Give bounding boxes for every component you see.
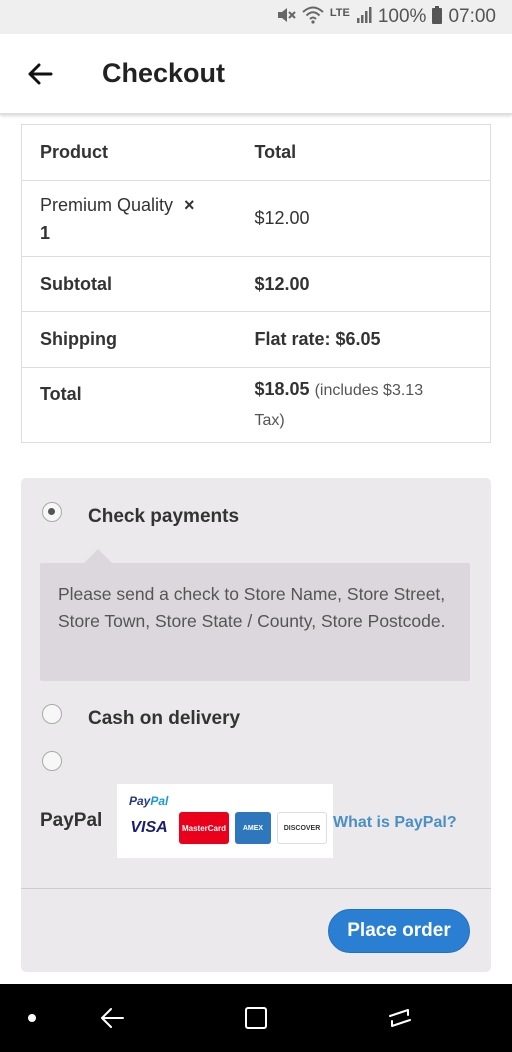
paypal-acceptance-mark: PayPal VISA MasterCard AMEX DISCOVER <box>117 784 333 858</box>
cart-item-row: Premium Quality × 1 $12.00 <box>21 180 491 257</box>
nav-home-icon[interactable] <box>380 984 420 1052</box>
subtotal-label: Subtotal <box>21 256 237 312</box>
system-nav-bar <box>0 984 512 1052</box>
paypal-radio[interactable] <box>42 751 62 771</box>
back-button[interactable] <box>0 34 80 113</box>
shipping-value: Flat rate: $6.05 <box>236 311 491 368</box>
tax-note-end: Tax) <box>254 412 285 429</box>
mute-icon <box>276 6 296 29</box>
battery-percent: 100% <box>377 6 427 27</box>
nav-back-icon[interactable] <box>92 984 132 1052</box>
visa-card-icon: VISA <box>125 812 173 844</box>
mastercard-icon: MasterCard <box>179 812 229 844</box>
place-order-button[interactable]: Place order <box>328 909 470 953</box>
column-header-total: Total <box>254 142 297 162</box>
check-payments-label[interactable]: Check payments <box>88 506 239 528</box>
app-bar: Checkout <box>0 34 512 114</box>
order-total-row: Total $18.05 (includes $3.13 Tax) <box>21 367 491 443</box>
payment-divider <box>21 888 491 889</box>
nav-recents-icon[interactable] <box>236 984 276 1052</box>
page-title: Checkout <box>102 58 226 88</box>
status-bar: LTE 100% 07:00 <box>0 0 512 34</box>
table-header-row: Product Total <box>22 125 491 181</box>
subtotal-value: $12.00 <box>236 256 491 312</box>
tax-note: (includes $3.13 <box>314 382 424 399</box>
signal-icon <box>356 6 372 28</box>
total-label: Total <box>21 367 237 443</box>
checkout-content[interactable]: Product Total Premium Quality × 1 $12.00… <box>0 114 512 984</box>
nav-dot-icon[interactable] <box>22 984 42 1052</box>
cash-on-delivery-radio[interactable] <box>42 704 62 724</box>
what-is-paypal-link[interactable]: What is PayPal? <box>333 814 457 832</box>
arrow-left-icon <box>28 63 53 84</box>
shipping-row: Shipping Flat rate: $6.05 <box>21 311 491 368</box>
clock: 07:00 <box>448 6 496 27</box>
column-header-product: Product <box>40 142 109 162</box>
product-total: $12.00 <box>236 180 491 257</box>
payment-description: Please send a check to Store Name, Store… <box>58 584 446 631</box>
order-review-table: Product Total Premium Quality × 1 $12.00… <box>21 124 491 443</box>
total-value: $18.05 <box>254 379 310 399</box>
amex-card-icon: AMEX <box>235 812 271 844</box>
subtotal-row: Subtotal $12.00 <box>21 256 491 312</box>
product-quantity: 1 <box>40 222 51 243</box>
paypal-label[interactable]: PayPal <box>40 810 102 832</box>
cash-on-delivery-label[interactable]: Cash on delivery <box>88 708 240 730</box>
product-name: Premium Quality <box>40 194 174 215</box>
battery-icon <box>432 5 443 29</box>
payment-methods-panel: Check payments Please send a check to St… <box>21 478 491 972</box>
product-name-cell: Premium Quality × 1 <box>21 180 237 257</box>
wifi-icon <box>302 6 324 29</box>
check-payments-radio[interactable] <box>42 502 62 522</box>
lte-label: LTE <box>329 7 350 19</box>
total-cell: $18.05 (includes $3.13 Tax) <box>236 367 491 443</box>
paypal-logo: PayPal <box>129 794 169 808</box>
quantity-times: × <box>184 194 195 215</box>
discover-card-icon: DISCOVER <box>277 812 327 844</box>
payment-description-box: Please send a check to Store Name, Store… <box>40 549 470 681</box>
shipping-label: Shipping <box>21 311 237 368</box>
